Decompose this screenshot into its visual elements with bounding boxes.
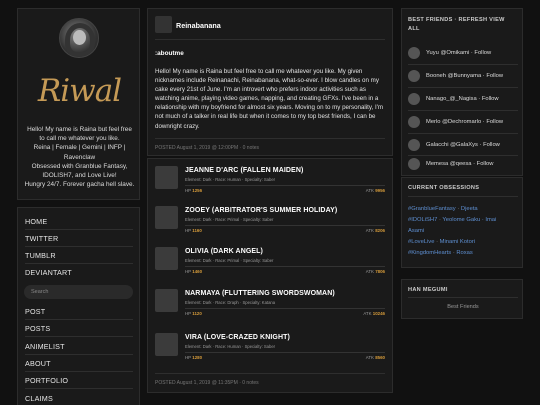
character-card: JEANNE D'ARC (FALLEN MAIDEN) Element: Da… <box>155 166 387 201</box>
nav-panel: HOME TWITTER TUMBLR DEVIANTART Search PO… <box>17 207 140 405</box>
character-card: VIRA (LOVE-CRAZED KNIGHT) Element: Dark … <box>155 333 387 368</box>
character-attributes: Element: Dark · Race: Human · Specialty:… <box>185 344 276 349</box>
obsession-tag[interactable]: #IDOLiSH7 <box>408 217 437 223</box>
character-attributes: Element: Dark · Race: Primal · Specialty… <box>185 258 274 263</box>
han-megumi-title: HAN MEGUMI <box>408 287 448 293</box>
post-characters: JEANNE D'ARC (FALLEN MAIDEN) Element: Da… <box>147 158 393 393</box>
current-obsessions-panel: CURRENT OBSESSIONS #GranblueFantasy · Dj… <box>401 177 523 268</box>
character-name: NARMAYA (FLUTTERING SWORDSWOMAN) <box>185 290 335 297</box>
post-author-name[interactable]: Reinabanana <box>176 21 221 30</box>
best-friends-title[interactable]: BEST FRIENDS · REFRESH VIEW ALL <box>408 16 518 34</box>
character-name: JEANNE D'ARC (FALLEN MAIDEN) <box>185 167 304 174</box>
character-card: NARMAYA (FLUTTERING SWORDSWOMAN) Element… <box>155 289 387 324</box>
nav-claims[interactable]: CLAIMS <box>25 394 53 403</box>
obsessions-title: CURRENT OBSESSIONS <box>408 185 480 191</box>
nav-deviantart[interactable]: DEVIANTART <box>25 268 72 277</box>
character-atk: ATK 9956 <box>365 188 385 193</box>
character-hp: HP 1460 <box>185 269 203 274</box>
character-card: ZOOEY (ARBITRATOR'S SUMMER HOLIDAY) Elem… <box>155 206 387 241</box>
character-atk: ATK 8206 <box>365 228 385 233</box>
obsession-tag[interactable]: #KingdomHearts <box>408 250 451 256</box>
character-attributes: Element: Dark · Race: Human · Specialty:… <box>185 177 276 182</box>
character-name: OLIVIA (DARK ANGEL) <box>185 248 263 255</box>
nav-tumblr[interactable]: TUMBLR <box>25 251 56 260</box>
character-name: ZOOEY (ARBITRATOR'S SUMMER HOLIDAY) <box>185 207 338 214</box>
friend-avatar <box>408 158 420 170</box>
character-hp: HP 1120 <box>185 311 202 316</box>
nav-animelist[interactable]: ANIMELIST <box>25 342 65 351</box>
nav-home[interactable]: HOME <box>25 217 47 226</box>
nav-post[interactable]: POST <box>25 307 45 316</box>
friend-avatar <box>408 139 420 151</box>
nav-portfolio[interactable]: PORTFOLIO <box>25 376 68 385</box>
nav-twitter[interactable]: TWITTER <box>25 234 58 243</box>
friend-avatar <box>408 47 420 59</box>
character-thumbnail <box>155 289 178 312</box>
nav-posts[interactable]: POSTS <box>25 324 50 333</box>
character-atk: ATK 7806 <box>365 269 385 274</box>
avatar <box>59 18 99 58</box>
post-meta[interactable]: POSTED August 1, 2019 @ 11:35PM · 0 note… <box>155 380 259 386</box>
obsessions-list: #GranblueFantasy · Djeeta #IDOLiSH7 · Ye… <box>408 206 497 256</box>
profile-panel: Riwal Hello! My name is Raina but feel f… <box>17 8 140 200</box>
friend-avatar <box>408 70 420 82</box>
nav-about[interactable]: ABOUT <box>25 359 51 368</box>
obsession-tag[interactable]: #GranblueFantasy <box>408 206 456 212</box>
friend-avatar <box>408 93 420 105</box>
character-atk: ATK 10246 <box>363 311 385 316</box>
post-body: Hello! My name is Raina but feel free to… <box>155 68 384 130</box>
best-friends-link[interactable]: Best Friends <box>402 304 524 310</box>
post-aboutme: Reinabanana :aboutme Hello! My name is R… <box>147 8 393 156</box>
character-thumbnail <box>155 247 178 270</box>
character-card: OLIVIA (DARK ANGEL) Element: Dark · Race… <box>155 247 387 282</box>
obsession-tag[interactable]: #LoveLive <box>408 239 434 245</box>
character-atk: ATK 8560 <box>365 355 385 360</box>
character-thumbnail <box>155 333 178 356</box>
character-hp: HP 1280 <box>185 355 203 360</box>
character-hp: HP 1256 <box>185 188 203 193</box>
character-attributes: Element: Dark · Race: Primal · Specialty… <box>185 217 274 222</box>
site-logo: Riwal <box>37 73 122 109</box>
search-input[interactable]: Search <box>24 285 133 299</box>
character-thumbnail <box>155 206 178 229</box>
han-megumi-panel: HAN MEGUMI Best Friends <box>401 279 523 319</box>
best-friends-panel: BEST FRIENDS · REFRESH VIEW ALL Yuyu @Om… <box>401 8 523 176</box>
post-heading: :aboutme <box>155 50 184 57</box>
friend-avatar <box>408 116 420 128</box>
character-name: VIRA (LOVE-CRAZED KNIGHT) <box>185 334 290 341</box>
character-hp: HP 1160 <box>185 228 202 233</box>
post-meta[interactable]: POSTED August 1, 2019 @ 12:00PM · 0 note… <box>155 145 259 151</box>
character-attributes: Element: Dark · Race: Draph · Specialty:… <box>185 300 276 305</box>
profile-bio: Hello! My name is Raina but feel free to… <box>24 126 135 189</box>
post-author-avatar[interactable] <box>155 16 172 33</box>
character-thumbnail <box>155 166 178 189</box>
